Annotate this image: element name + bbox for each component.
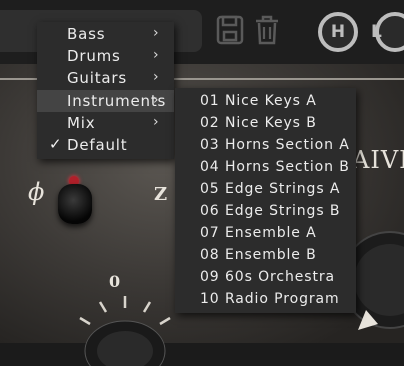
scale-zero-label: 0 xyxy=(109,272,121,291)
chevron-right-icon: › xyxy=(153,69,160,85)
menu-item-label: Default xyxy=(67,136,128,154)
preset-item-label: 06 Edge Strings B xyxy=(200,203,341,219)
knob-h[interactable]: H xyxy=(318,12,358,52)
menu-item-drums[interactable]: Drums › xyxy=(37,45,174,67)
preset-item[interactable]: 10 Radio Program xyxy=(175,288,356,310)
preset-item[interactable]: 05 Edge Strings A xyxy=(175,178,356,200)
preset-item-label: 07 Ensemble A xyxy=(200,225,317,241)
menu-item-mix[interactable]: Mix › xyxy=(37,112,174,134)
menu-item-label: Guitars xyxy=(67,69,127,87)
preset-item[interactable]: 02 Nice Keys B xyxy=(175,112,356,134)
preset-item[interactable]: 04 Horns Section B xyxy=(175,156,356,178)
preset-category-menu: Bass › Drums › Guitars › Instruments › M… xyxy=(37,22,174,159)
menu-item-label: Instruments xyxy=(67,92,167,110)
menu-item-label: Drums xyxy=(67,47,121,65)
preset-item[interactable]: 01 Nice Keys A xyxy=(175,90,356,112)
menu-item-guitars[interactable]: Guitars › xyxy=(37,67,174,89)
preset-item-label: 01 Nice Keys A xyxy=(200,93,317,109)
preset-item[interactable]: 03 Horns Section A xyxy=(175,134,356,156)
menu-item-bass[interactable]: Bass › xyxy=(37,23,174,45)
menu-item-instruments[interactable]: Instruments › xyxy=(37,90,174,112)
preset-item-label: 03 Horns Section A xyxy=(200,137,350,153)
chevron-right-icon: › xyxy=(153,92,160,108)
preset-item-label: 05 Edge Strings A xyxy=(200,181,341,197)
knob-l[interactable]: L xyxy=(371,12,404,52)
chevron-right-icon: › xyxy=(153,114,160,130)
menu-item-label: Mix xyxy=(67,114,96,132)
preset-item[interactable]: 06 Edge Strings B xyxy=(175,200,356,222)
preset-item[interactable]: 09 60s Orchestra xyxy=(175,266,356,288)
phase-button[interactable] xyxy=(58,184,92,224)
preset-item[interactable]: 08 Ensemble B xyxy=(175,244,356,266)
gain-knob[interactable] xyxy=(70,296,180,366)
preset-item-label: 10 Radio Program xyxy=(200,291,340,307)
phase-label: ϕ xyxy=(28,178,45,206)
preset-item-label: 09 60s Orchestra xyxy=(200,269,335,285)
check-icon: ✓ xyxy=(49,135,63,153)
brand-label: AIVI xyxy=(352,146,404,174)
preset-item-label: 02 Nice Keys B xyxy=(200,115,317,131)
preset-item-label: 08 Ensemble B xyxy=(200,247,317,263)
trash-icon[interactable] xyxy=(253,14,281,46)
preset-item[interactable]: 07 Ensemble A xyxy=(175,222,356,244)
chevron-right-icon: › xyxy=(153,25,160,41)
instruments-submenu: 01 Nice Keys A 02 Nice Keys B 03 Horns S… xyxy=(175,88,356,313)
menu-item-default[interactable]: ✓ Default xyxy=(37,134,174,156)
chevron-right-icon: › xyxy=(153,47,160,63)
menu-item-label: Bass xyxy=(67,25,106,43)
z-label: Z xyxy=(154,184,168,205)
preset-item-label: 04 Horns Section B xyxy=(200,159,350,175)
save-icon[interactable] xyxy=(216,14,244,46)
